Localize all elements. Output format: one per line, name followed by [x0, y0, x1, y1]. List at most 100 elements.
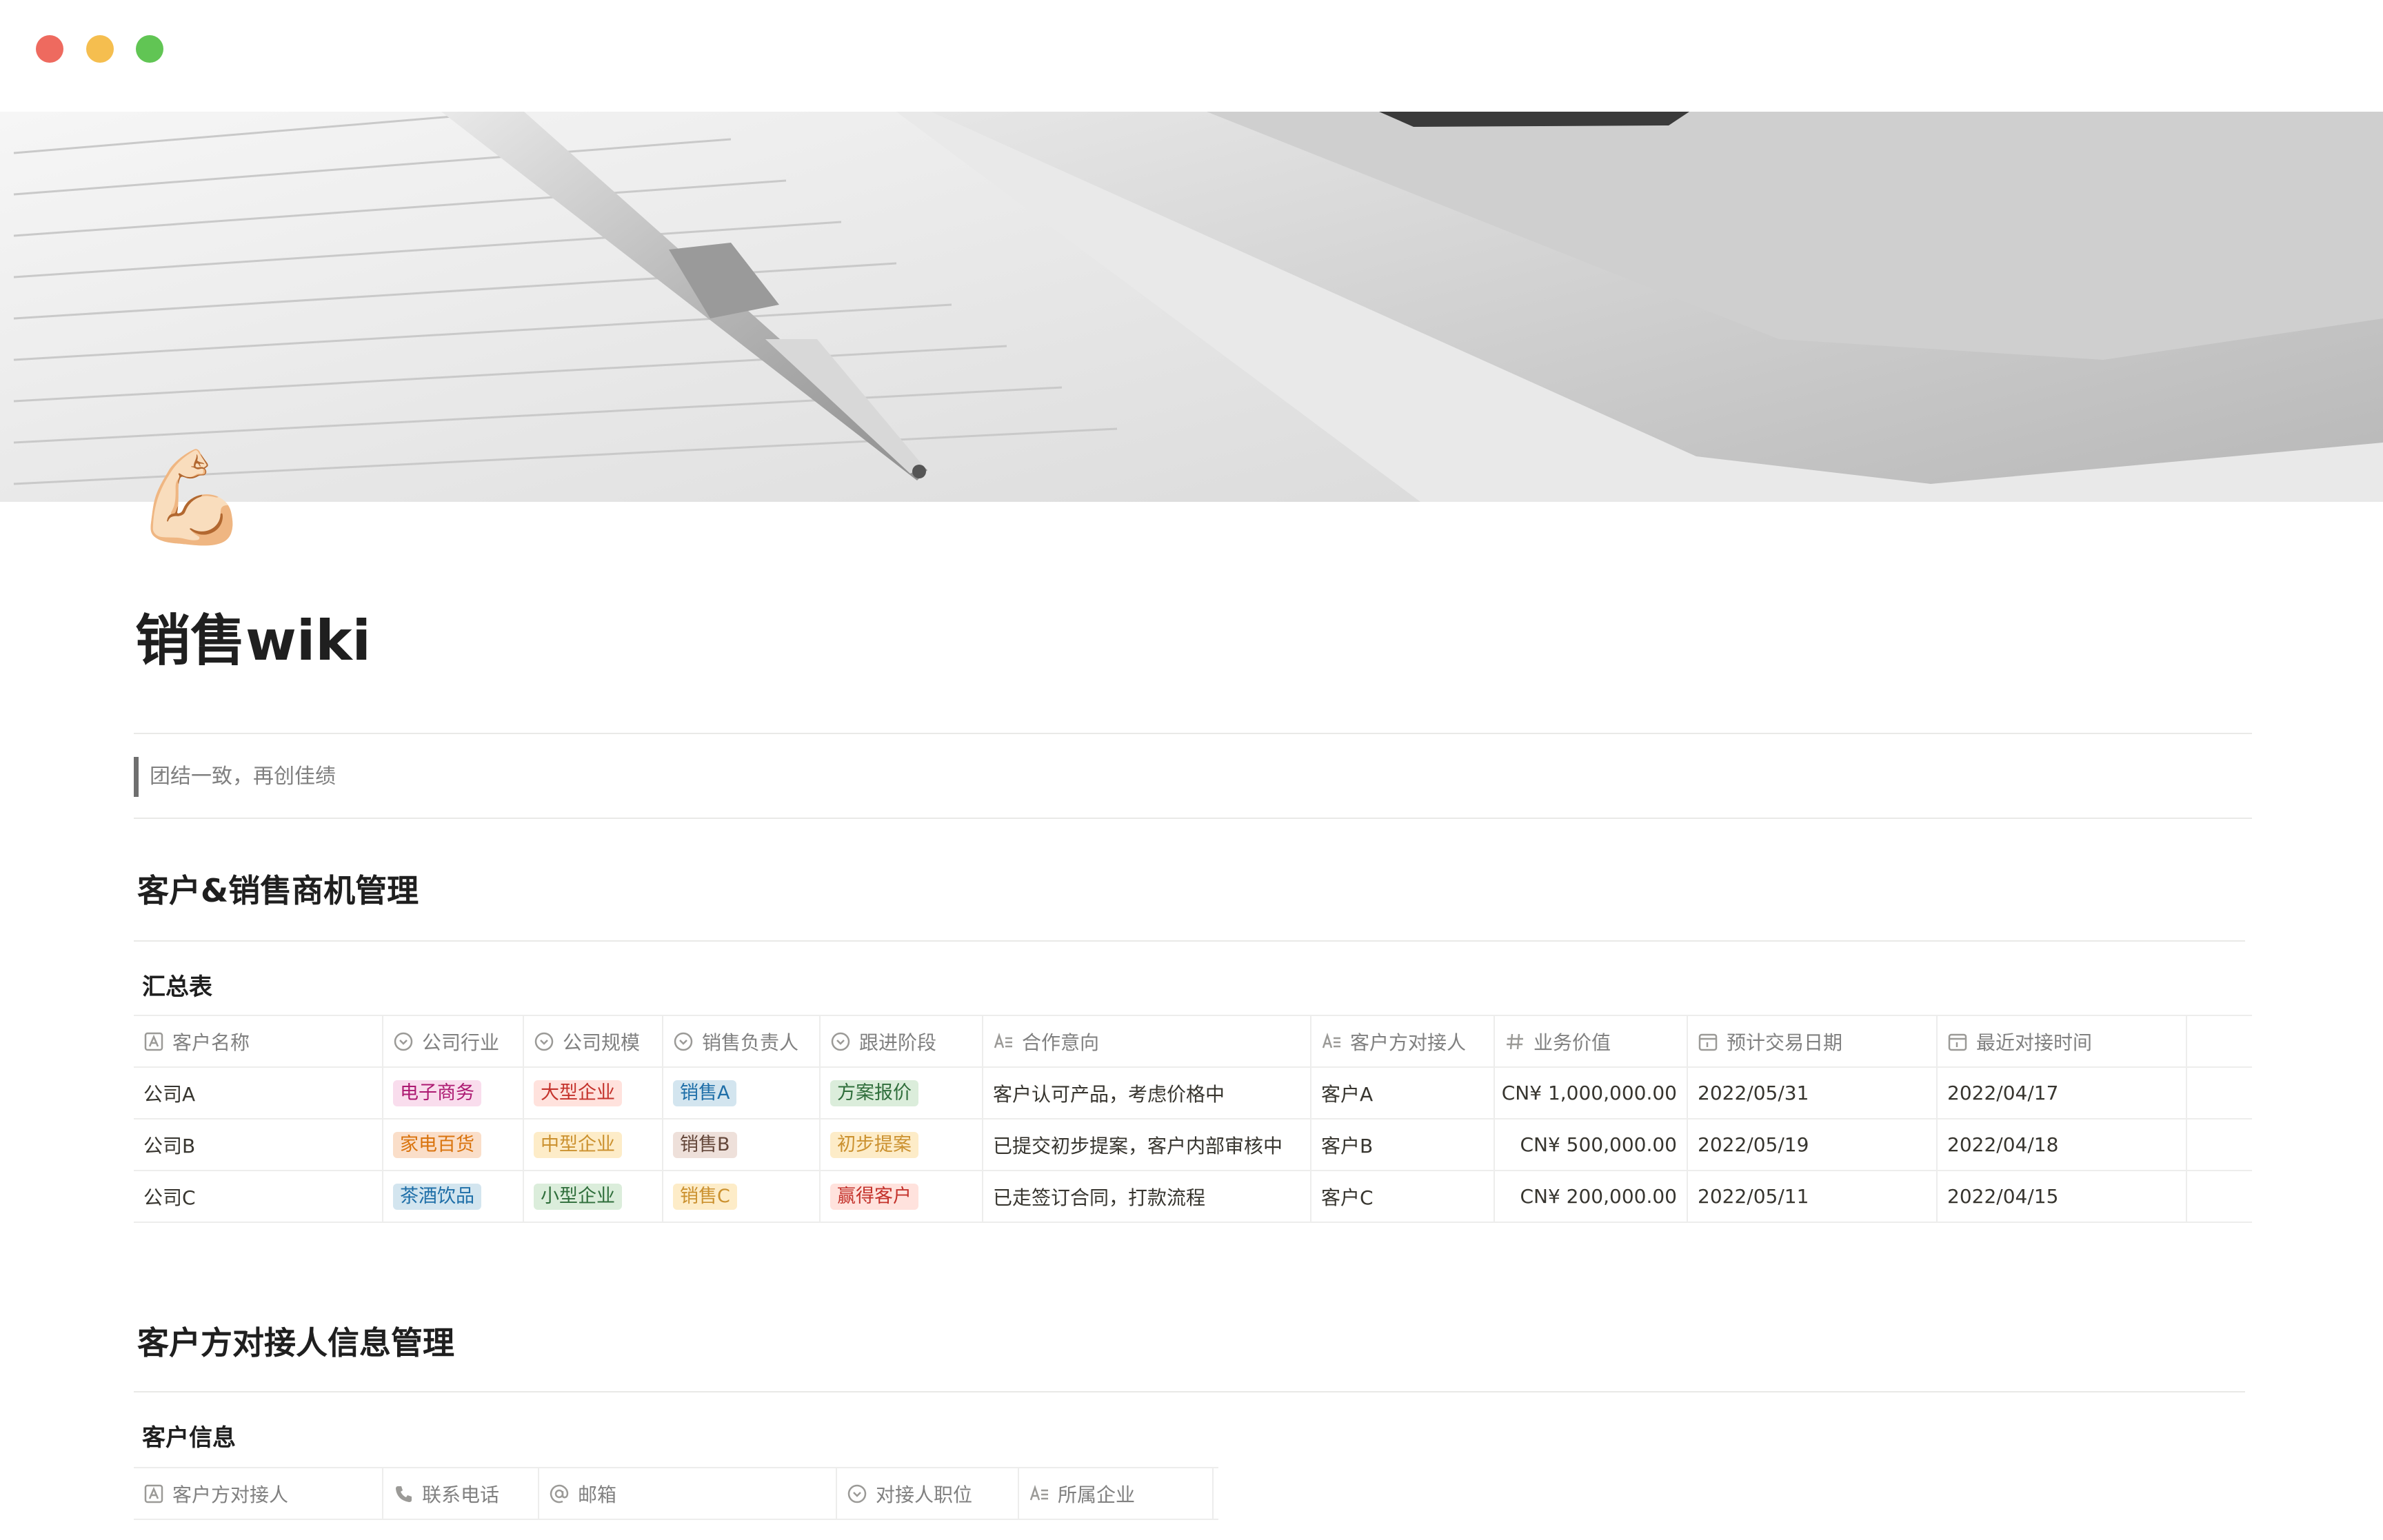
- cell-last-contact[interactable]: 2022/04/18: [1938, 1119, 2187, 1170]
- contacts-table: 客户方对接人 联系电话 邮箱 对接人职位 所属企业: [134, 1467, 1218, 1520]
- minimize-window-button[interactable]: [86, 35, 114, 63]
- cell-last-contact[interactable]: 2022/04/17: [1938, 1068, 2187, 1118]
- cell-name[interactable]: 公司A: [134, 1068, 383, 1118]
- table-header-row: 客户名称 公司行业 公司规模 销售负责人 跟进阶段 合作意向 客户方对接人 业务…: [134, 1015, 2252, 1068]
- tag-industry: 家电百货: [393, 1131, 481, 1158]
- add-column-area[interactable]: [2187, 1016, 2252, 1066]
- cell-expected-date[interactable]: 2022/05/31: [1688, 1068, 1938, 1118]
- column-header[interactable]: 公司规模: [524, 1016, 663, 1066]
- cell-value[interactable]: CN¥ 200,000.00: [1495, 1171, 1688, 1222]
- window-titlebar: [0, 0, 2383, 112]
- zoom-window-button[interactable]: [136, 35, 163, 63]
- cell-stage[interactable]: 方案报价: [821, 1068, 983, 1118]
- select-icon: [674, 1032, 693, 1051]
- cell-empty: [2187, 1068, 2252, 1118]
- summary-table: 客户名称 公司行业 公司规模 销售负责人 跟进阶段 合作意向 客户方对接人 业务…: [134, 1015, 2252, 1223]
- cell-owner[interactable]: 销售B: [663, 1119, 821, 1170]
- cell-contact[interactable]: 客户B: [1311, 1119, 1495, 1170]
- page-icon[interactable]: 💪🏻: [135, 443, 248, 553]
- section-heading-contacts[interactable]: 客户方对接人信息管理: [137, 1322, 454, 1364]
- tag-size: 小型企业: [534, 1183, 622, 1210]
- tag-stage: 方案报价: [830, 1080, 918, 1106]
- cell-contact[interactable]: 客户A: [1311, 1068, 1495, 1118]
- cell-industry[interactable]: 电子商务: [383, 1068, 524, 1118]
- cell-name[interactable]: 公司C: [134, 1171, 383, 1222]
- tag-size: 大型企业: [534, 1080, 622, 1106]
- phone-icon: [396, 1486, 412, 1502]
- cell-intent[interactable]: 已提交初步提案，客户内部审核中: [983, 1119, 1311, 1170]
- column-header[interactable]: 公司行业: [383, 1016, 524, 1066]
- cell-size[interactable]: 大型企业: [524, 1068, 663, 1118]
- column-header[interactable]: 业务价值: [1495, 1016, 1688, 1066]
- select-icon: [394, 1032, 413, 1051]
- divider: [134, 940, 2245, 942]
- cell-expected-date[interactable]: 2022/05/19: [1688, 1119, 1938, 1170]
- column-header[interactable]: 客户名称: [134, 1016, 383, 1066]
- column-label: 公司规模: [563, 1031, 641, 1054]
- number-icon: [1507, 1033, 1523, 1049]
- divider: [134, 818, 2252, 819]
- database-title-contacts[interactable]: 客户信息: [142, 1423, 236, 1453]
- tag-owner: 销售C: [673, 1183, 737, 1210]
- cell-size[interactable]: 中型企业: [524, 1119, 663, 1170]
- cell-last-contact[interactable]: 2022/04/15: [1938, 1171, 2187, 1222]
- cell-owner[interactable]: 销售C: [663, 1171, 821, 1222]
- column-header[interactable]: 对接人职位: [837, 1468, 1019, 1519]
- column-header[interactable]: 预计交易日期: [1688, 1016, 1938, 1066]
- cell-stage[interactable]: 初步提案: [821, 1119, 983, 1170]
- cell-industry[interactable]: 茶酒饮品: [383, 1171, 524, 1222]
- column-label: 最近对接时间: [1976, 1031, 2093, 1054]
- column-header[interactable]: 最近对接时间: [1938, 1016, 2187, 1066]
- select-icon: [534, 1032, 554, 1051]
- date-icon: [1698, 1033, 1718, 1051]
- cell-industry[interactable]: 家电百货: [383, 1119, 524, 1170]
- column-label: 合作意向: [1022, 1031, 1100, 1054]
- select-icon: [847, 1484, 867, 1503]
- close-window-button[interactable]: [36, 35, 63, 63]
- cell-intent[interactable]: 客户认可产品，考虑价格中: [983, 1068, 1311, 1118]
- page-title[interactable]: 销售wiki: [135, 607, 371, 676]
- column-header[interactable]: 销售负责人: [663, 1016, 821, 1066]
- table-row[interactable]: 公司C 茶酒饮品 小型企业 销售C 赢得客户 已走签订合同，打款流程 客户C C…: [134, 1171, 2252, 1223]
- page-cover-image[interactable]: [0, 112, 2383, 502]
- column-header[interactable]: 客户方对接人: [1311, 1016, 1495, 1066]
- table-row[interactable]: 公司B 家电百货 中型企业 销售B 初步提案 已提交初步提案，客户内部审核中 客…: [134, 1119, 2252, 1171]
- cell-stage[interactable]: 赢得客户: [821, 1171, 983, 1222]
- at-icon: [550, 1484, 569, 1503]
- column-label: 所属企业: [1058, 1483, 1136, 1506]
- title-icon: [144, 1484, 163, 1503]
- column-header[interactable]: 所属企业: [1019, 1468, 1214, 1519]
- cell-empty: [2187, 1119, 2252, 1170]
- column-header[interactable]: 合作意向: [983, 1016, 1311, 1066]
- cell-intent[interactable]: 已走签订合同，打款流程: [983, 1171, 1311, 1222]
- tag-owner: 销售B: [673, 1131, 737, 1158]
- column-header[interactable]: 客户方对接人: [134, 1468, 383, 1519]
- section-heading-sales[interactable]: 客户&销售商机管理: [137, 870, 419, 911]
- column-label: 联系电话: [422, 1483, 500, 1506]
- table-row[interactable]: 公司A 电子商务 大型企业 销售A 方案报价 客户认可产品，考虑价格中 客户A …: [134, 1068, 2252, 1119]
- cell-value[interactable]: CN¥ 500,000.00: [1495, 1119, 1688, 1170]
- column-label: 客户方对接人: [1350, 1031, 1467, 1054]
- column-label: 跟进阶段: [859, 1031, 937, 1054]
- text-icon: [1322, 1032, 1340, 1048]
- database-title-summary[interactable]: 汇总表: [142, 972, 212, 1002]
- cell-expected-date[interactable]: 2022/05/11: [1688, 1171, 1938, 1222]
- column-header[interactable]: 邮箱: [539, 1468, 837, 1519]
- column-label: 对接人职位: [876, 1483, 973, 1506]
- cover-illustration: [0, 112, 2383, 502]
- tag-industry: 电子商务: [393, 1080, 481, 1106]
- cell-contact[interactable]: 客户C: [1311, 1171, 1495, 1222]
- cell-name[interactable]: 公司B: [134, 1119, 383, 1170]
- cell-owner[interactable]: 销售A: [663, 1068, 821, 1118]
- cell-empty: [2187, 1171, 2252, 1222]
- quote-block[interactable]: 团结一致，再创佳绩: [134, 757, 336, 797]
- column-label: 客户方对接人: [172, 1483, 289, 1506]
- column-header[interactable]: 联系电话: [383, 1468, 539, 1519]
- divider: [134, 1391, 2245, 1392]
- tag-stage: 赢得客户: [830, 1183, 918, 1210]
- column-label: 预计交易日期: [1727, 1031, 1843, 1054]
- cell-size[interactable]: 小型企业: [524, 1171, 663, 1222]
- cell-value[interactable]: CN¥ 1,000,000.00: [1495, 1068, 1688, 1118]
- divider: [134, 733, 2252, 734]
- column-header[interactable]: 跟进阶段: [821, 1016, 983, 1066]
